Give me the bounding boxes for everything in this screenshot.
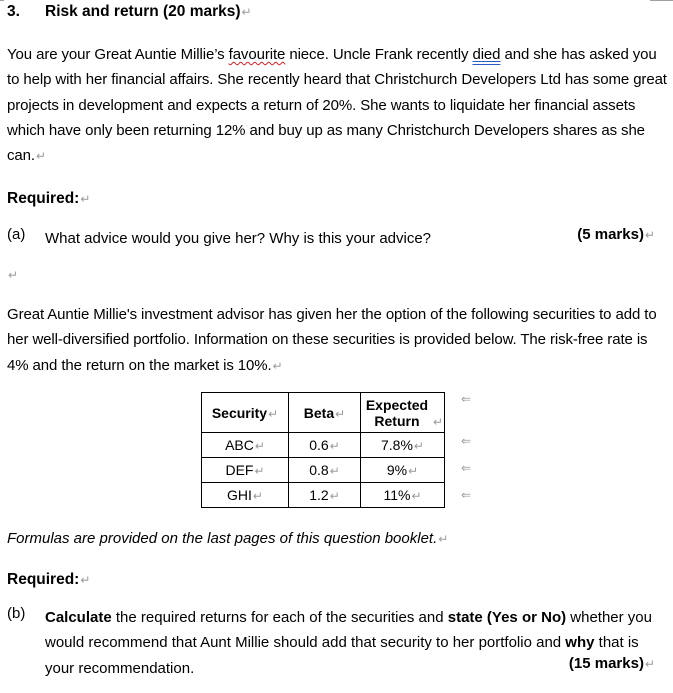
table-row: GHI↵ 1.2↵ 11%↵ <box>201 482 445 508</box>
cell-mark-icon: ↵ <box>252 489 263 503</box>
cell-mark-icon: ↵ <box>329 439 340 453</box>
cell-mark-icon: ↵ <box>413 439 424 453</box>
cell-mark-icon: ↵ <box>254 439 265 453</box>
formulas-text: Formulas are provided on the last pages … <box>7 530 438 547</box>
table-header-row: Security↵ Beta↵ Expected Return ↵ <box>201 392 445 433</box>
page-corner-mark <box>0 0 4 1</box>
question-a-text: What advice would you give her? Why is t… <box>45 230 432 247</box>
row-end-mark-icon: ⇐ <box>461 461 472 475</box>
paragraph-mark-icon: ↵ <box>644 228 655 242</box>
table-row: DEF↵ 0.8↵ 9%↵ <box>201 457 445 483</box>
cell-text: 7.8% <box>381 437 413 453</box>
question-b-text: Calculate the required returns for each … <box>45 605 655 681</box>
formulas-note: Formulas are provided on the last pages … <box>7 530 448 547</box>
intro-paragraph: You are your Great Auntie Millie’s favou… <box>7 42 667 169</box>
paragraph-mark-icon: ↵ <box>241 5 252 19</box>
header-security: Security↵ <box>201 392 289 433</box>
cell-text: 0.6 <box>309 437 329 453</box>
cell-mark-icon: ↵ <box>329 489 340 503</box>
cell-expected-return: 9%↵ <box>360 457 445 483</box>
empty-paragraph: ↵ <box>7 266 18 283</box>
emphasis-text: why <box>565 634 595 652</box>
question-b: (b) Calculate the required returns for e… <box>7 605 667 685</box>
cell-text: DEF <box>225 462 254 478</box>
table-row: ABC↵ 0.6↵ 7.8%↵ <box>201 432 445 458</box>
paragraph-mark-icon: ↵ <box>35 149 46 164</box>
cell-mark-icon: ↵ <box>254 464 265 478</box>
question-b-marks: (15 marks)↵ <box>569 655 655 672</box>
cell-beta: 1.2↵ <box>288 482 361 508</box>
advisor-paragraph: Great Auntie Millie's investment advisor… <box>7 302 667 379</box>
header-expected-return: Expected Return ↵ <box>360 392 445 433</box>
cell-mark-icon: ↵ <box>432 414 444 429</box>
advisor-text: Great Auntie Millie's investment advisor… <box>7 306 657 374</box>
required-label: Required:↵ <box>7 190 90 208</box>
row-end-mark-icon: ⇐ <box>461 488 472 502</box>
row-end-mark-icon: ⇐ <box>461 392 472 406</box>
cell-text: ABC <box>225 437 254 453</box>
cell-security: DEF↵ <box>201 457 289 483</box>
row-end-mark-icon: ⇐ <box>461 434 472 448</box>
cell-text: 0.8 <box>309 462 329 478</box>
question-a-label: (a) <box>7 226 26 243</box>
emphasis-text: Calculate <box>45 609 112 626</box>
question-a-marks: (5 marks)↵ <box>577 226 655 243</box>
cell-mark-icon: ↵ <box>408 464 419 478</box>
cell-text: 1.2 <box>309 487 329 503</box>
paragraph-mark-icon: ↵ <box>80 192 91 206</box>
header-text: Expected Return <box>365 396 429 429</box>
paragraph-mark-icon: ↵ <box>438 532 449 546</box>
required-text: Required: <box>7 190 80 207</box>
header-text: Security <box>211 404 268 421</box>
question-a: (a) What advice would you give her? Why … <box>7 226 667 247</box>
header-text: Beta <box>303 404 335 421</box>
cell-mark-icon: ↵ <box>411 489 422 503</box>
header-beta: Beta↵ <box>288 392 361 433</box>
intro-text: You are your Great Auntie Millie’s <box>7 46 229 63</box>
cell-beta: 0.8↵ <box>288 457 361 483</box>
cell-text: 9% <box>386 462 408 478</box>
question-heading: 3. Risk and return (20 marks)↵ <box>7 3 252 21</box>
body-text: the required returns for each of the sec… <box>111 609 448 626</box>
grammar-check-word[interactable]: died <box>472 46 500 63</box>
paragraph-mark-icon: ↵ <box>272 358 283 373</box>
cell-mark-icon: ↵ <box>329 464 340 478</box>
page-corner-mark <box>650 0 673 1</box>
spellcheck-word[interactable]: favourite <box>229 46 286 63</box>
cell-expected-return: 11%↵ <box>360 482 445 508</box>
paragraph-mark-icon: ↵ <box>80 573 91 587</box>
question-b-label: (b) <box>7 605 26 622</box>
question-number: 3. <box>7 3 20 20</box>
paragraph-mark-icon: ↵ <box>644 657 655 671</box>
required-label: Required:↵ <box>7 571 90 589</box>
marks-text: (15 marks) <box>568 655 644 672</box>
cell-security: GHI↵ <box>201 482 289 508</box>
required-text: Required: <box>7 571 80 588</box>
emphasis-text: state (Yes or No) <box>447 609 567 626</box>
cell-beta: 0.6↵ <box>288 432 361 458</box>
intro-text: and she has asked you to help with her f… <box>7 46 667 165</box>
cell-expected-return: 7.8%↵ <box>360 432 445 458</box>
cell-text: GHI <box>227 487 252 503</box>
paragraph-mark-icon: ↵ <box>8 268 19 282</box>
question-title: Risk and return (20 marks) <box>45 3 241 20</box>
cell-mark-icon: ↵ <box>335 406 346 421</box>
cell-text: 11% <box>383 487 411 503</box>
securities-table: Security↵ Beta↵ Expected Return ↵ ABC↵ 0.… <box>201 392 445 508</box>
cell-mark-icon: ↵ <box>268 406 279 421</box>
marks-text: (5 marks) <box>577 226 644 243</box>
cell-security: ABC↵ <box>201 432 289 458</box>
intro-text: niece. Uncle Frank recently <box>285 46 473 63</box>
